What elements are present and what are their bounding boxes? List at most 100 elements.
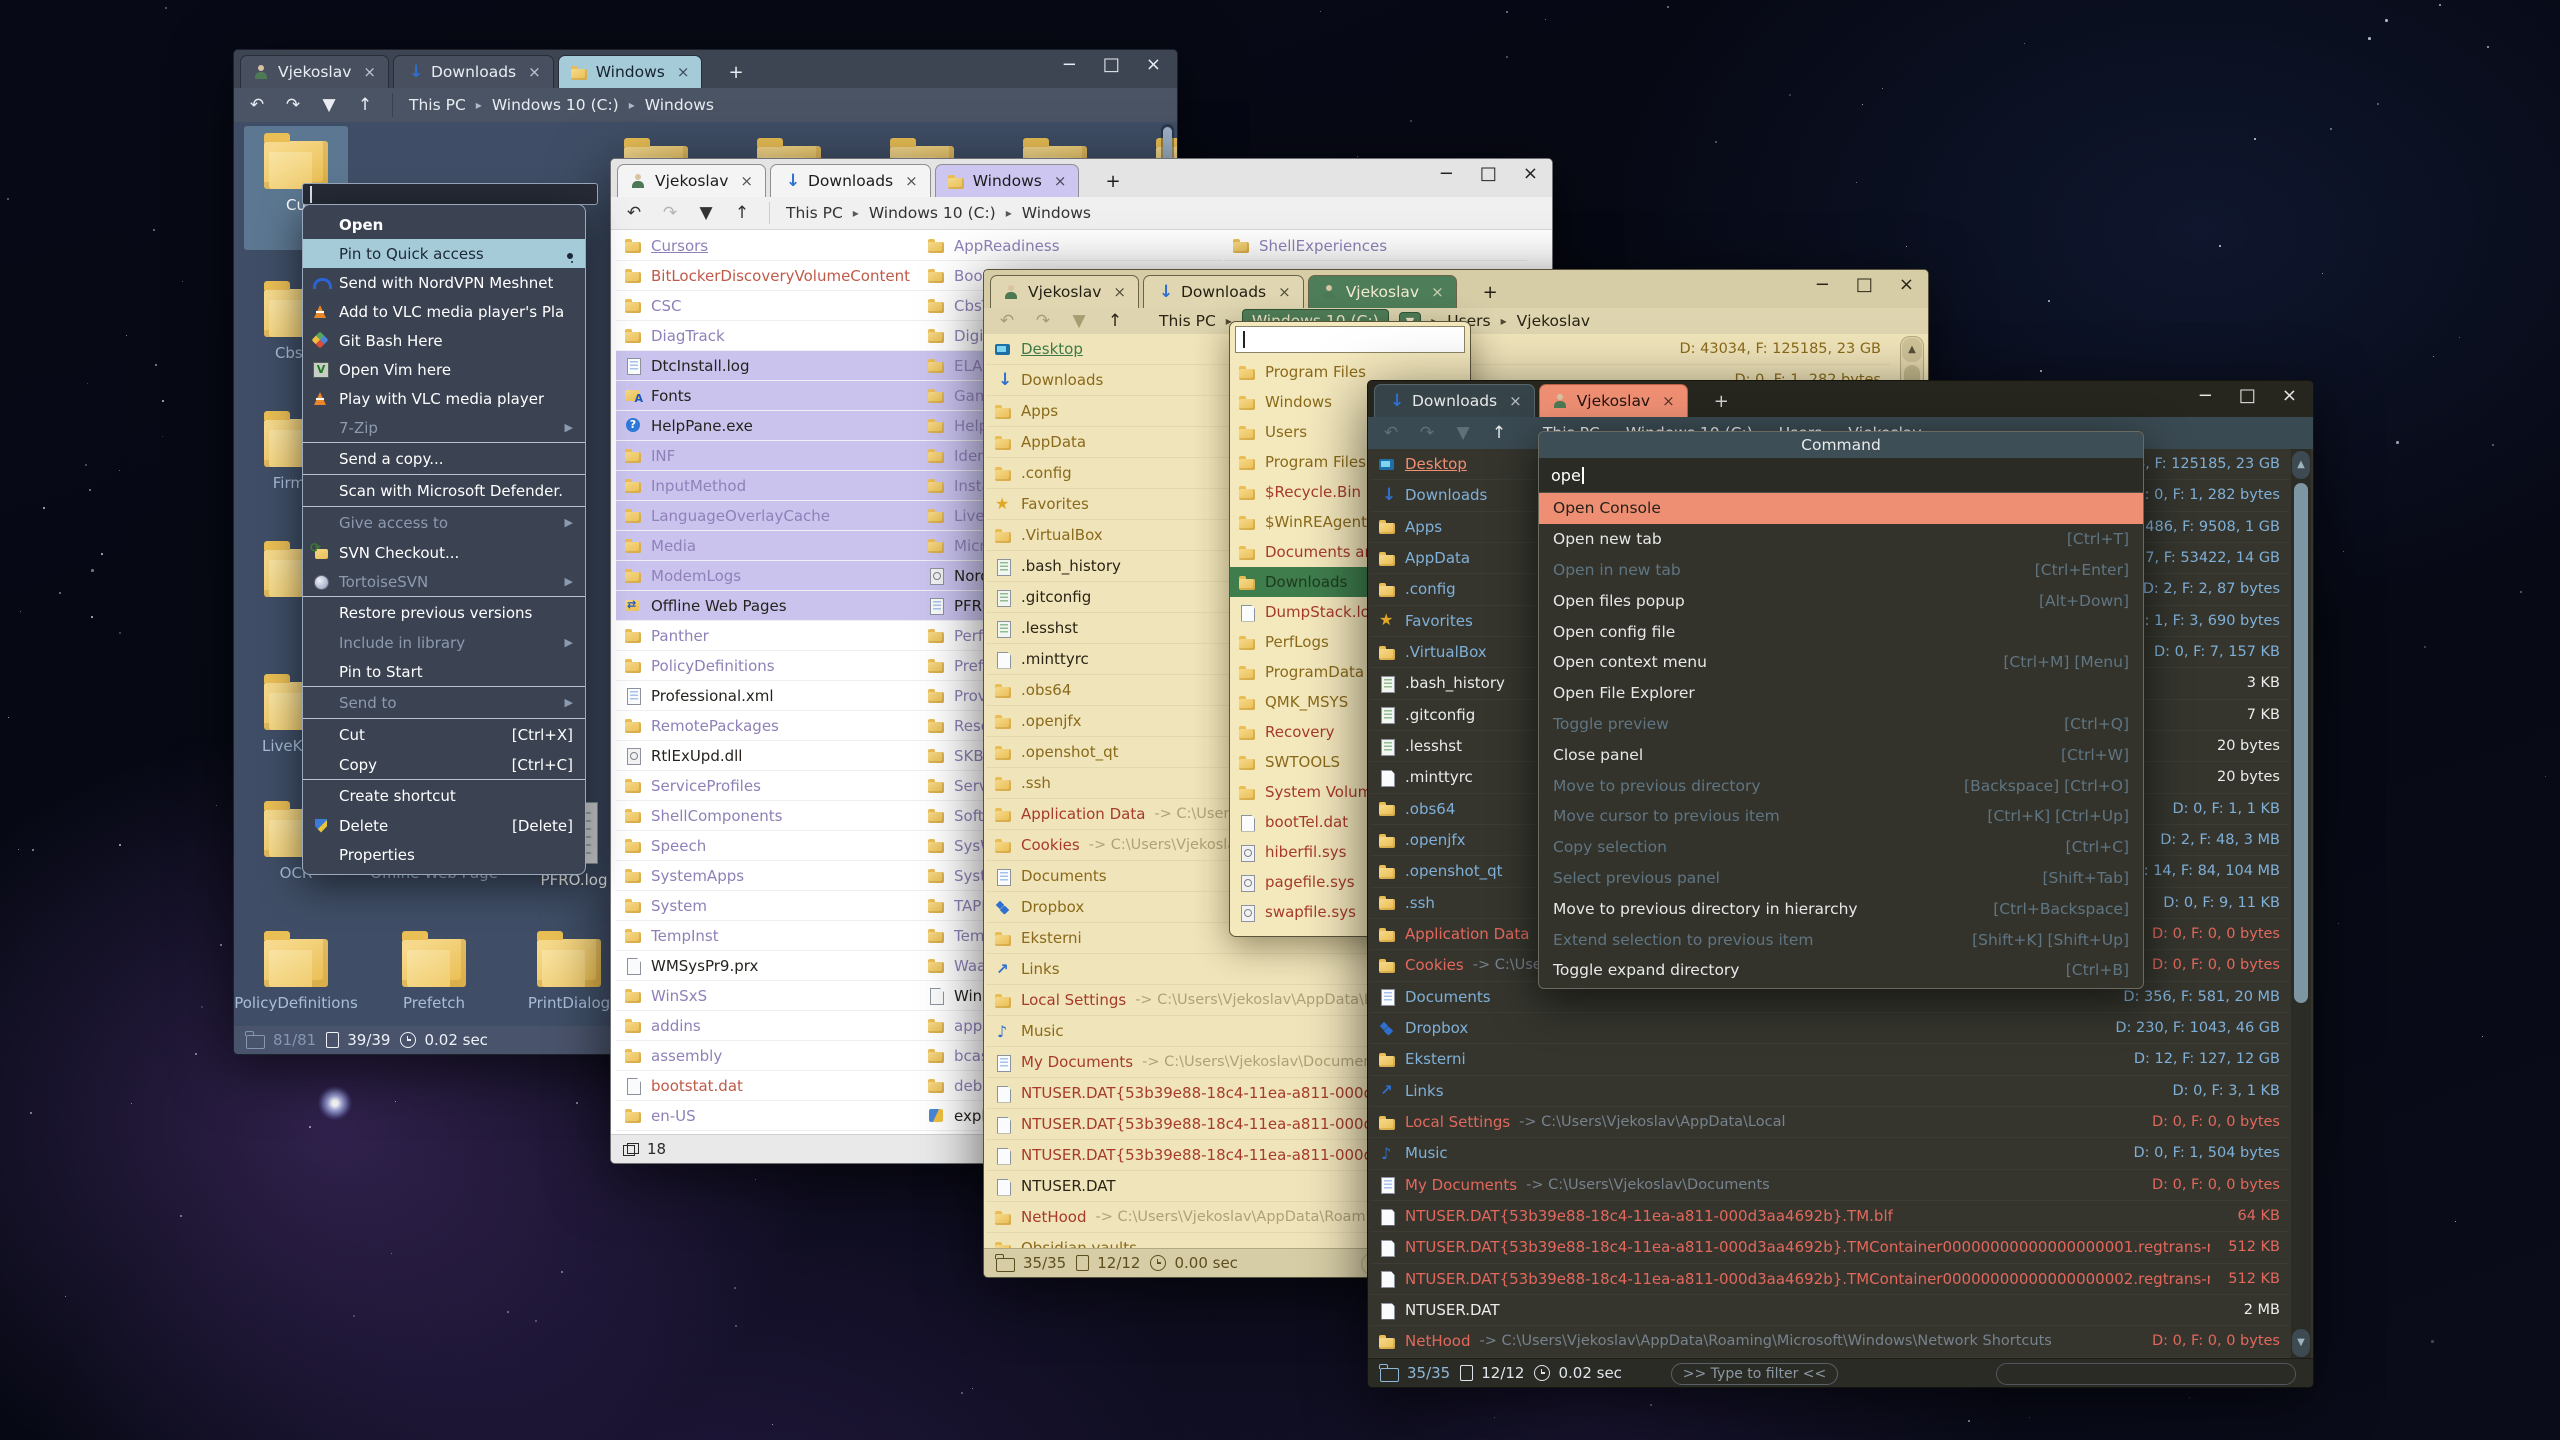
file-row[interactable]: assembly (616, 1041, 919, 1071)
context-menu-item[interactable]: Send with NordVPN Meshnet ▶ (303, 268, 585, 297)
tab[interactable]: + (1692, 385, 1741, 417)
tab[interactable]: Downloads × (1143, 275, 1304, 308)
maximize-button[interactable]: □ (1856, 274, 1873, 295)
back-button[interactable]: ↶ (996, 311, 1018, 331)
context-menu-item[interactable]: SVN Checkout... ▶ (303, 538, 585, 567)
palette-item[interactable]: Move to previous directory [Backspace] [… (1539, 770, 2143, 801)
palette-item[interactable]: Toggle expand directory [Ctrl+B] (1539, 955, 2143, 986)
palette-item[interactable]: Open config file (1539, 616, 2143, 647)
maximize-button[interactable]: □ (1480, 163, 1497, 184)
up-button[interactable]: ↑ (1104, 311, 1126, 331)
file-row[interactable]: ShellExperiences (1224, 231, 1527, 261)
palette-item[interactable]: Extend selection to previous item [Shift… (1539, 924, 2143, 955)
history-dropdown-button[interactable]: ▼ (695, 203, 717, 223)
tab[interactable]: Vjekoslav × (990, 275, 1139, 308)
file-row[interactable]: InputMethod (616, 471, 919, 501)
tab[interactable]: Downloads × (393, 55, 554, 88)
file-row[interactable]: Music D: 0, F: 1, 504 bytes (1370, 1138, 2289, 1169)
context-menu-item[interactable]: 7-Zip ▶ (303, 413, 585, 442)
palette-item[interactable]: Open File Explorer (1539, 678, 2143, 709)
palette-item[interactable]: Open context menu [Ctrl+M] [Menu] (1539, 647, 2143, 678)
file-row[interactable]: NTUSER.DAT{53b39e88-18c4-11ea-a811-000d3… (1370, 1264, 2289, 1295)
maximize-button[interactable]: □ (2239, 385, 2256, 406)
file-row[interactable]: addins (616, 1011, 919, 1041)
file-row[interactable]: Dropbox D: 230, F: 1043, 46 GB (1370, 1013, 2289, 1044)
maximize-button[interactable]: □ (1103, 54, 1120, 75)
close-button[interactable]: × (1523, 163, 1538, 184)
breadcrumb-item[interactable]: This PC▼ (409, 96, 466, 114)
file-row[interactable]: System (616, 891, 919, 921)
context-menu-item[interactable]: Pin to Start ▶ (303, 657, 585, 686)
context-menu-item[interactable]: Delete [Delete] ▶ (303, 811, 585, 840)
context-menu-item[interactable]: Include in library ▶ (303, 628, 585, 657)
palette-item[interactable]: Copy selection [Ctrl+C] (1539, 832, 2143, 863)
context-menu-item[interactable]: Scan with Microsoft Defender... ▶ (303, 474, 585, 506)
file-row[interactable]: bootstat.dat (616, 1071, 919, 1101)
scrollbar-thumb[interactable] (2294, 483, 2308, 1003)
file-row[interactable]: DiagTrack (616, 321, 919, 351)
scroll-up-icon[interactable]: ▲ (2292, 451, 2310, 479)
file-row[interactable]: Local Settings -> C:\Users\Vjekoslav\App… (1370, 1107, 2289, 1138)
type-to-filter-button[interactable]: >> Type to filter << (1671, 1363, 1838, 1385)
tab-close-icon[interactable]: × (1054, 172, 1067, 190)
breadcrumb-item[interactable]: Vjekoslav▼ (1501, 312, 1590, 330)
breadcrumb-item[interactable]: This PC▼ (786, 204, 843, 222)
context-menu-item[interactable]: Send a copy... ▶ (303, 442, 585, 474)
context-menu-item[interactable]: Git Bash Here ▶ (303, 326, 585, 355)
palette-item[interactable]: Open Console (1539, 493, 2143, 524)
tab-close-icon[interactable]: × (1509, 392, 1522, 410)
file-row[interactable]: RtlExUpd.dll (616, 741, 919, 771)
context-menu-filter-input[interactable] (302, 183, 598, 205)
file-row[interactable]: LanguageOverlayCache (616, 501, 919, 531)
tab-close-icon[interactable]: × (1662, 392, 1675, 410)
context-menu-item[interactable]: Properties ▶ (303, 840, 585, 869)
context-menu-item[interactable]: Cut [Ctrl+X] ▶ (303, 718, 585, 750)
minimize-button[interactable]: − (1439, 163, 1454, 184)
palette-item[interactable]: Move to previous directory in hierarchy … (1539, 893, 2143, 924)
context-menu-item[interactable]: Create shortcut ▶ (303, 779, 585, 811)
back-button[interactable]: ↶ (1380, 423, 1402, 443)
file-row[interactable]: My Documents -> C:\Users\Vjekoslav\Docum… (1370, 1170, 2289, 1201)
forward-button[interactable]: ↷ (1416, 423, 1438, 443)
tab-close-icon[interactable]: × (677, 63, 690, 81)
close-button[interactable]: × (1899, 274, 1914, 295)
file-row[interactable]: NTUSER.DAT{53b39e88-18c4-11ea-a811-000d3… (1370, 1232, 2289, 1263)
file-row[interactable]: en-US (616, 1101, 919, 1131)
breadcrumb-item[interactable]: Windows 10 (C:)▼ (476, 96, 619, 114)
history-dropdown-button[interactable]: ▼ (318, 95, 340, 115)
up-button[interactable]: ↑ (731, 203, 753, 223)
file-row[interactable]: DtcInstall.log (616, 351, 919, 381)
palette-search-input[interactable]: ope (1539, 458, 2143, 493)
tab-close-icon[interactable]: × (1113, 283, 1126, 301)
back-button[interactable]: ↶ (246, 95, 268, 115)
tab[interactable]: Vjekoslav × (1308, 275, 1457, 308)
tab-close-icon[interactable]: × (740, 172, 753, 190)
history-dropdown-button[interactable]: ▼ (1452, 423, 1474, 443)
scroll-up-icon[interactable]: ▲ (1902, 338, 1922, 362)
context-menu-item[interactable]: Open ▶ (303, 210, 585, 239)
file-row[interactable]: NTUSER.DAT{53b39e88-18c4-11ea-a811-000d3… (1370, 1201, 2289, 1232)
forward-button[interactable]: ↷ (1032, 311, 1054, 331)
tab-close-icon[interactable]: × (363, 63, 376, 81)
file-row[interactable]: Eksterni D: 12, F: 127, 12 GB (1370, 1044, 2289, 1075)
file-row[interactable]: HelpPane.exe (616, 411, 919, 441)
file-row[interactable]: BitLockerDiscoveryVolumeContents (616, 261, 919, 291)
file-row[interactable]: Offline Web Pages (616, 591, 919, 621)
file-row[interactable]: RemotePackages (616, 711, 919, 741)
breadcrumb-item[interactable]: Windows▼ (1006, 204, 1091, 222)
scrollbar[interactable]: ▲ ▼ (2291, 449, 2311, 1359)
tab[interactable]: + (1461, 276, 1510, 308)
breadcrumb-item[interactable]: Windows▼ (629, 96, 714, 114)
context-menu-item[interactable]: Copy [Ctrl+C] ▶ (303, 750, 585, 779)
tab-close-icon[interactable]: × (1431, 283, 1444, 301)
minimize-button[interactable]: − (1062, 54, 1077, 75)
forward-button[interactable]: ↷ (659, 203, 681, 223)
context-menu-item[interactable]: Play with VLC media player ▶ (303, 384, 585, 413)
context-menu-item[interactable]: Add to VLC media player's Playlist ▶ (303, 297, 585, 326)
file-row[interactable]: INF (616, 441, 919, 471)
forward-button[interactable]: ↷ (282, 95, 304, 115)
palette-item[interactable]: Close panel [Ctrl+W] (1539, 739, 2143, 770)
palette-item[interactable]: Toggle preview [Ctrl+Q] (1539, 709, 2143, 740)
palette-item[interactable]: Move cursor to previous item [Ctrl+K] [C… (1539, 801, 2143, 832)
tab[interactable]: Downloads × (1374, 384, 1535, 417)
